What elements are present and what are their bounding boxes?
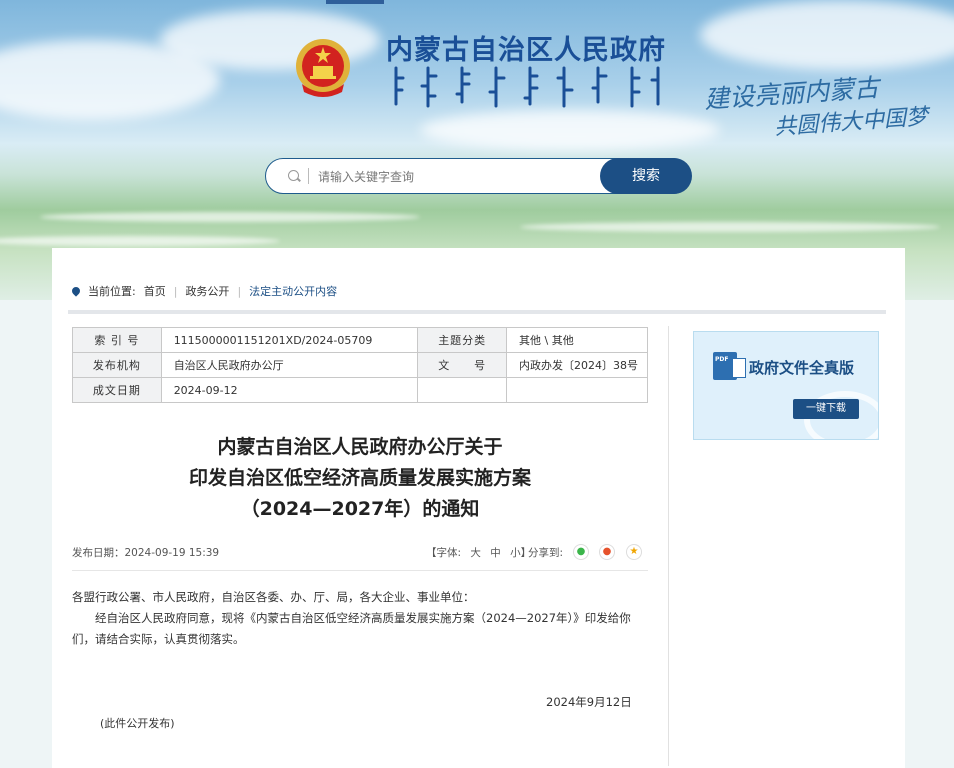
breadcrumb-gov-affairs[interactable]: 政务公开 <box>185 283 229 299</box>
docno-value: 内政办发〔2024〕38号 <box>506 352 648 378</box>
river-decoration <box>0 236 280 246</box>
issuer-value: 自治区人民政府办公厅 <box>160 352 419 378</box>
river-decoration <box>40 212 420 222</box>
breadcrumb-current[interactable]: 法定主动公开内容 <box>249 283 337 299</box>
font-medium-button[interactable]: 中 <box>490 547 501 559</box>
empty-cell <box>417 377 508 403</box>
empty-cell <box>506 377 648 403</box>
index-label: 索 引 号 <box>72 327 162 353</box>
cloud-decoration <box>700 0 954 70</box>
breadcrumb-separator: | <box>237 284 242 298</box>
category-value: 其他 \ 其他 <box>506 327 648 353</box>
mongolian-script-title <box>394 66 660 108</box>
index-value: 1115000001151201XD/2024-05709 <box>160 327 419 353</box>
search-input[interactable] <box>316 163 590 191</box>
salutation: 各盟行政公署、市人民政府，自治区各委、办、厅、局，各大企业、事业单位： <box>72 590 475 604</box>
table-row: 索 引 号 1115000001151201XD/2024-05709 主题分类… <box>72 327 648 353</box>
table-row: 成文日期 2024-09-12 <box>72 377 648 403</box>
search-icon <box>288 170 299 181</box>
breadcrumb-divider <box>68 310 886 314</box>
publish-note: (此件公开发布) <box>100 717 175 730</box>
download-button[interactable]: 一键下载 <box>793 399 859 419</box>
download-card <box>693 331 879 440</box>
site-title: 内蒙古自治区人民政府 <box>386 35 666 66</box>
title-line: （2024—2027年）的通知 <box>240 498 480 520</box>
search-button[interactable]: 搜索 <box>600 158 692 194</box>
date-value: 2024-09-12 <box>160 377 419 403</box>
pdf-icon: PDF <box>713 352 746 380</box>
top-accent-bar <box>326 0 384 4</box>
document-body: 各盟行政公署、市人民政府，自治区各委、办、厅、局，各大企业、事业单位： 经自治区… <box>72 587 648 650</box>
header-divider <box>72 570 648 571</box>
title-line: 内蒙古自治区人民政府办公厅关于 <box>217 436 503 458</box>
body-paragraph: 经自治区人民政府同意，现将《内蒙古自治区低空经济高质量发展实施方案（2024—2… <box>72 611 631 646</box>
breadcrumb: 当前位置: 首页 | 政务公开 | 法定主动公开内容 <box>70 283 337 299</box>
font-label: 【字体: <box>426 547 462 559</box>
document-meta-table: 索 引 号 1115000001151201XD/2024-05709 主题分类… <box>72 327 648 403</box>
column-divider <box>668 326 669 766</box>
font-large-button[interactable]: 大 <box>470 547 481 559</box>
river-decoration <box>520 222 940 232</box>
category-label: 主题分类 <box>417 327 508 353</box>
weibo-share-icon[interactable]: ● <box>599 544 615 560</box>
breadcrumb-home[interactable]: 首页 <box>144 283 166 299</box>
share-label: 分享到: <box>528 547 564 559</box>
favorite-star-icon[interactable]: ★ <box>626 544 642 560</box>
breadcrumb-prefix: 当前位置: <box>88 285 136 298</box>
download-title: 政府文件全真版 <box>749 359 855 377</box>
location-pin-icon <box>70 285 82 297</box>
wechat-share-icon[interactable]: ● <box>573 544 589 560</box>
title-line: 印发自治区低空经济高质量发展实施方案 <box>188 467 531 489</box>
document-title: 内蒙古自治区人民政府办公厅关于 印发自治区低空经济高质量发展实施方案 （2024… <box>72 432 648 525</box>
sign-date: 2024年9月12日 <box>546 695 632 709</box>
table-row: 发布机构 自治区人民政府办公厅 文 号 内政办发〔2024〕38号 <box>72 352 648 378</box>
docno-label: 文 号 <box>417 352 508 378</box>
date-label: 成文日期 <box>72 377 162 403</box>
font-size-control: 【字体: 大 中 小】 <box>426 545 537 560</box>
cloud-decoration <box>420 110 720 150</box>
breadcrumb-separator: | <box>173 284 178 298</box>
national-emblem-icon <box>296 39 350 97</box>
search-divider <box>308 168 309 184</box>
publish-date: 发布日期：2024-09-19 15:39 <box>72 547 220 559</box>
issuer-label: 发布机构 <box>72 352 162 378</box>
